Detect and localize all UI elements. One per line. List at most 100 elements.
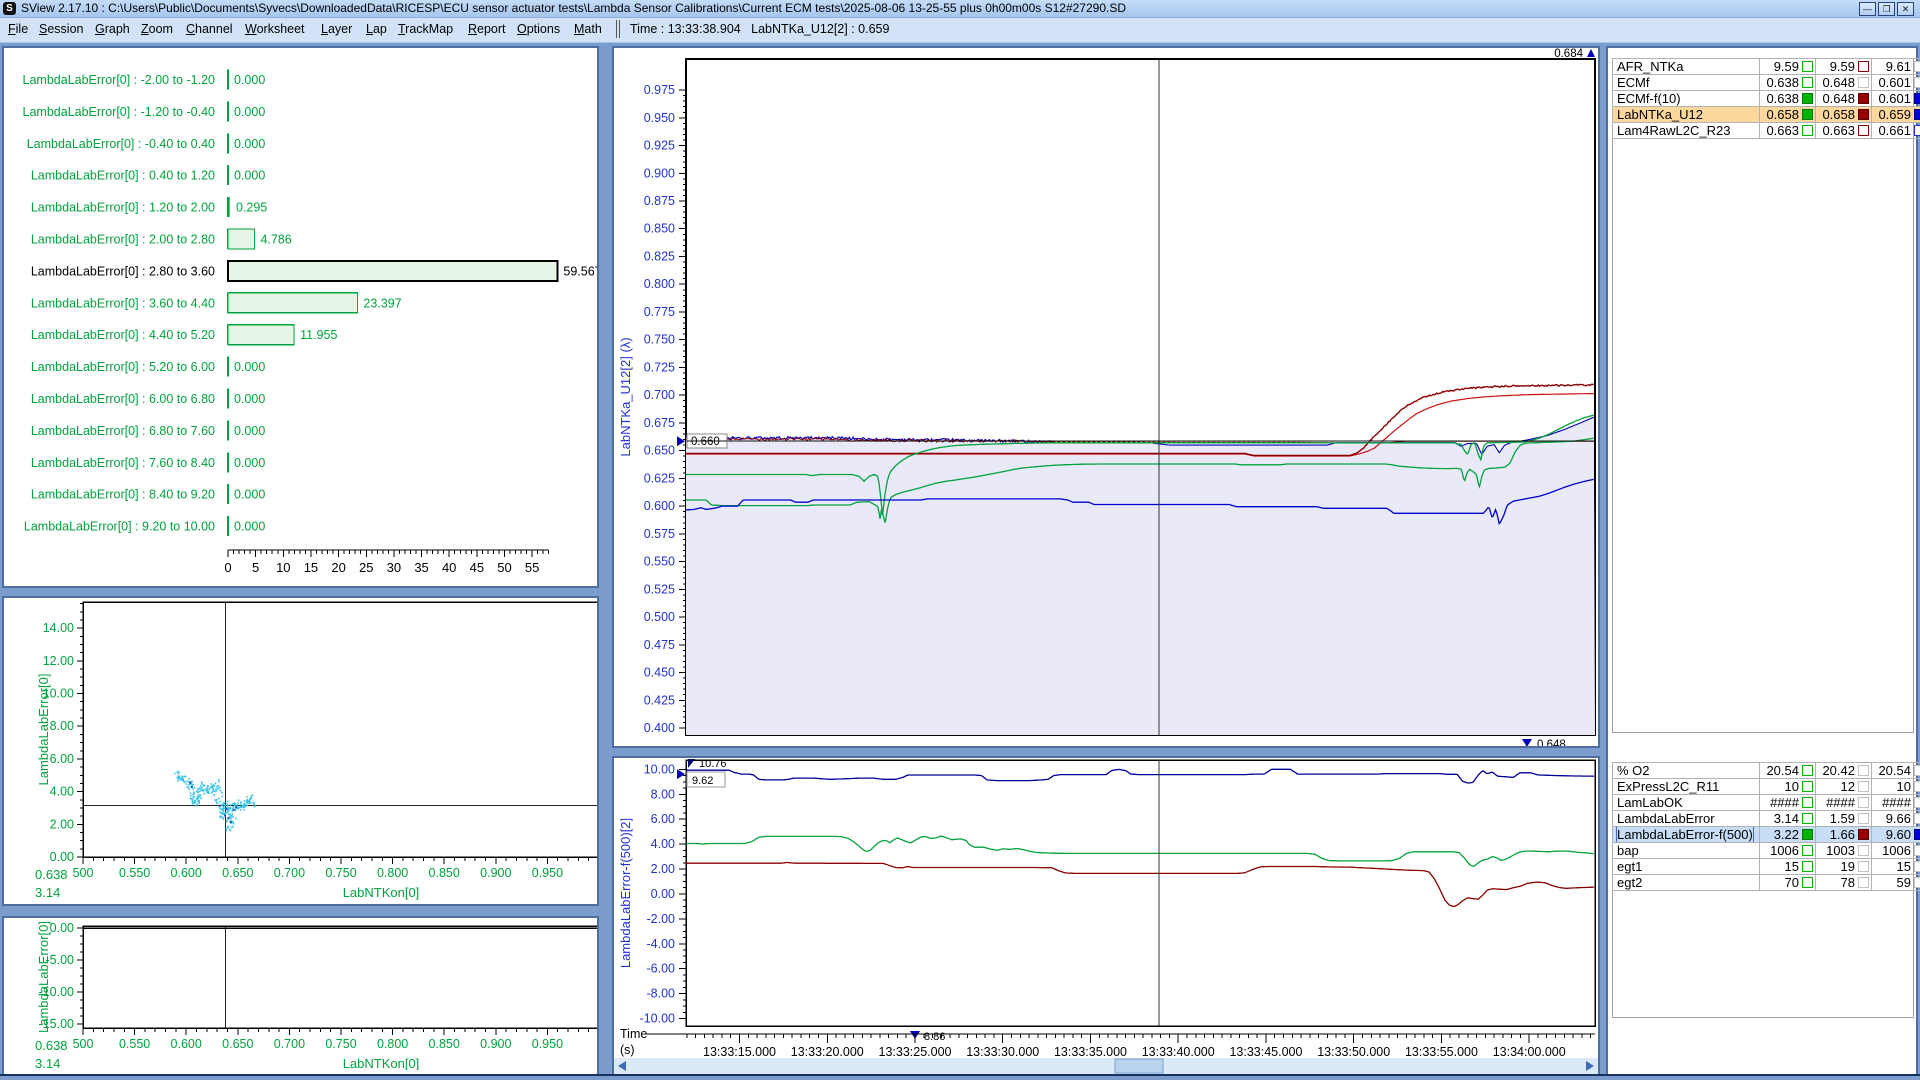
channel-values-panel: AFR_NTKa9.599.599.61ECMf0.6380.6480.601E… [1606,46,1918,1076]
menu-zoom[interactable]: Zoom [141,22,173,36]
menu-channel[interactable]: Channel [186,22,233,36]
channel-value: 9.59 [1774,59,1799,74]
main-y-tick: 0.675 [644,416,675,430]
channel-value: 10 [1897,779,1911,794]
table-row[interactable]: LambdaLabError3.141.599.66 [1613,811,1920,827]
table-row[interactable]: egt1151915 [1613,859,1920,875]
trace-color-swatch [1858,797,1869,808]
y-tick-label: 0.00 [50,850,74,864]
main-y-tick: 0.700 [644,388,675,402]
table-row[interactable]: Lam4RawL2C_R230.6630.6630.661 [1613,123,1920,139]
table-row[interactable]: bap100610031006 [1613,843,1920,859]
bottom-y-tick: -8.00 [647,987,676,1001]
trace-color-swatch [1914,861,1920,872]
channel-name: ECMf [1617,75,1650,90]
max-arrow-icon [1587,49,1595,57]
menu-worksheet[interactable]: Worksheet [245,22,305,36]
channel-value: 1.66 [1830,827,1855,842]
histogram-bin-label: LambdaLabError[0] : 5.20 to 6.00 [31,360,215,374]
bottom-chart-panel[interactable]: 10.008.006.004.002.000.00-2.00-4.00-6.00… [612,756,1600,1076]
table-row[interactable]: LamLabOK############ [1613,795,1920,811]
table-row[interactable]: ExPressL2C_R11101210 [1613,779,1920,795]
main-y-tick: 0.950 [644,111,675,125]
y-axis-title: LambdaLabError[0] [36,921,51,1033]
histogram-bar[interactable] [228,325,294,345]
main-y-tick: 0.400 [644,721,675,735]
table-row[interactable]: ECMf-f(10)0.6380.6480.601 [1613,91,1920,107]
status-readout: Time : 13:33:38.904 LabNTKa_U12[2] : 0.6… [630,22,889,36]
menu-session[interactable]: Session [39,22,83,36]
menu-separator [616,20,620,38]
main-y-tick: 0.925 [644,139,675,153]
channel-value: 3.14 [1774,811,1799,826]
trace-color-swatch [1914,877,1920,888]
trace-color-swatch [1858,781,1869,792]
menu-lap[interactable]: Lap [366,22,387,36]
menu-file[interactable]: File [8,22,28,36]
trace-color-swatch [1858,813,1869,824]
menu-layer[interactable]: Layer [321,22,352,36]
histogram-bar[interactable] [228,293,357,313]
main-y-axis-title: LabNTKa_U12[2] (λ) [618,337,633,456]
channel-value: 9.61 [1886,59,1911,74]
scatter-panel-top[interactable]: 0.002.004.006.008.0010.0012.0014.005000.… [2,596,599,906]
histogram-bin-value: 0.000 [234,137,265,151]
table-row[interactable]: egt2707859 [1613,875,1920,891]
minimize-button[interactable]: — [1859,2,1876,16]
histogram-bin-value: 23.397 [363,296,401,310]
x-tick-label: 0.850 [429,866,460,880]
channel-value: 1006 [1770,843,1799,858]
menu-math[interactable]: Math [574,22,602,36]
channel-value: 20.54 [1878,763,1911,778]
trace-color-swatch [1858,125,1869,136]
channel-value: 20.42 [1822,763,1855,778]
time-tick-label: 13:33:45.000 [1229,1045,1302,1059]
histogram-bar[interactable] [228,229,254,249]
table-row[interactable]: % O220.5420.4220.54 [1613,763,1920,779]
trace-color-swatch [1858,845,1869,856]
channel-value: 10 [1785,779,1799,794]
bottom-cursor-label: 9.62 [692,775,713,787]
histogram-bin-label: LambdaLabError[0] : -0.40 to 0.40 [27,137,215,151]
histogram-panel[interactable]: LambdaLabError[0] : -2.00 to -1.200.000L… [2,46,599,588]
menu-report[interactable]: Report [468,22,506,36]
trace-color-swatch [1914,845,1920,856]
main-y-tick: 0.725 [644,360,675,374]
histogram-axis-tick: 15 [304,560,318,575]
x-tick-label: 0.800 [377,866,408,880]
main-y-tick: 0.425 [644,693,675,707]
trace-color-swatch [1802,109,1813,120]
channel-value: 0.663 [1766,123,1799,138]
menu-trackmap[interactable]: TrackMap [398,22,453,36]
status-time: Time : 13:33:38.904 [630,22,741,36]
main-chart-panel[interactable]: 0.4000.4250.4500.4750.5000.5250.5500.575… [612,46,1600,748]
table-row[interactable]: LabNTKa_U120.6580.6580.659 [1613,107,1920,123]
histogram-bin-value: 0.000 [234,105,265,119]
app-icon: S [3,2,16,15]
main-y-tick: 0.900 [644,166,675,180]
histogram-bin-label: LambdaLabError[0] : 6.80 to 7.60 [31,424,215,438]
time-axis-title: Time [620,1027,647,1041]
time-tick-label: 13:34:00.000 [1493,1045,1566,1059]
histogram-bin-value: 0.000 [234,424,265,438]
x-tick-label: 0.650 [222,866,253,880]
menu-options[interactable]: Options [517,22,560,36]
close-button[interactable]: ✕ [1897,2,1914,16]
time-scrollbar[interactable] [614,1058,1598,1074]
x-tick-label: 0.600 [171,866,202,880]
scatter-panel-bottom[interactable]: 0.00-5.00-10.00-15.005000.5500.6000.6500… [2,916,599,1076]
trace-color-swatch [1914,813,1920,824]
channel-name: % O2 [1617,763,1650,778]
table-row[interactable]: LambdaLabError-f(500)3.221.669.60 [1613,827,1920,843]
cursor-y-value: 3.14 [35,1056,60,1070]
restore-button[interactable]: ❐ [1878,2,1895,16]
histogram-axis-tick: 10 [276,560,290,575]
x-axis-title: LabNTKon[0] [343,885,420,900]
histogram-bar[interactable] [228,261,557,281]
channel-value: 0.658 [1766,107,1799,122]
menu-graph[interactable]: Graph [95,22,130,36]
table-row[interactable]: ECMf0.6380.6480.601 [1613,75,1920,91]
scrollbar-thumb[interactable] [1115,1059,1163,1073]
table-row[interactable]: AFR_NTKa9.599.599.61 [1613,59,1920,75]
trace-color-swatch [1914,61,1920,72]
